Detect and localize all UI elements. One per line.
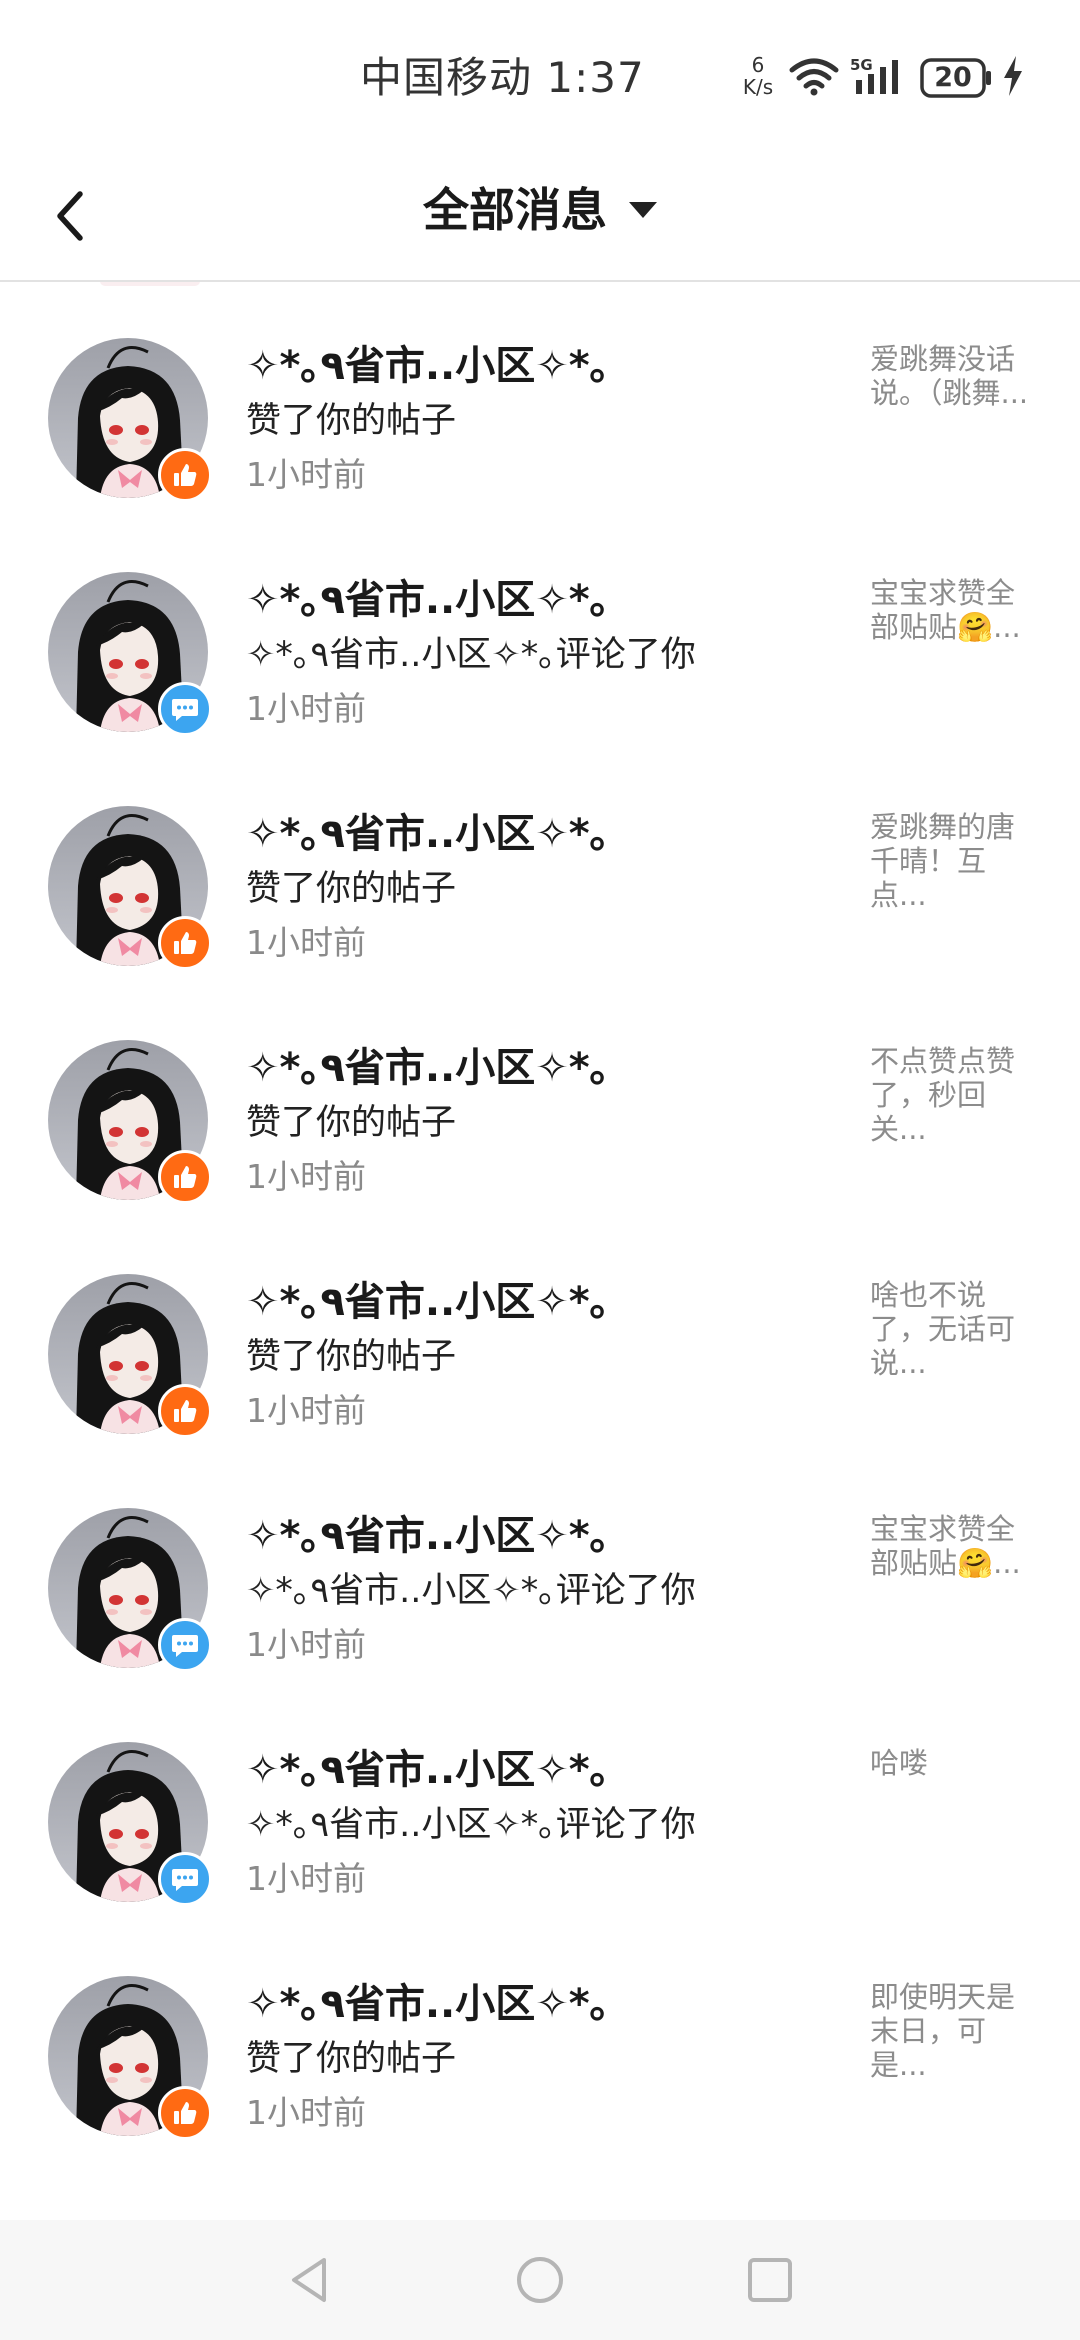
network-speed-value: 6 xyxy=(751,53,765,77)
message-time: 1小时前 xyxy=(246,2093,366,2132)
message-username[interactable]: ✧*｡٩省市..小区✧*｡ xyxy=(246,1976,846,2032)
battery-icon: 20 xyxy=(920,58,994,98)
message-time: 1小时前 xyxy=(246,455,366,494)
message-time: 1小时前 xyxy=(246,689,366,728)
wifi-icon xyxy=(788,56,840,100)
caret-down-icon xyxy=(629,202,657,218)
message-action: ✧*｡٩省市..小区✧*｡评论了你 xyxy=(246,1805,696,1845)
message-username[interactable]: ✧*｡٩省市..小区✧*｡ xyxy=(246,1508,846,1564)
network-speed: 6 K/s xyxy=(736,54,780,98)
message-item[interactable]: ✧*｡٩省市..小区✧*｡ ✧*｡٩省市..小区✧*｡评论了你 1小时前 哈喽 xyxy=(0,1668,1080,1906)
message-username[interactable]: ✧*｡٩省市..小区✧*｡ xyxy=(246,806,846,862)
network-speed-unit: K/s xyxy=(742,75,774,99)
back-triangle-icon[interactable] xyxy=(284,2254,336,2310)
thumbs-up-icon xyxy=(158,1150,212,1204)
message-item[interactable]: ✧*｡٩省市..小区✧*｡ ✧*｡٩省市..小区✧*｡评论了你 1小时前 宝宝求赞全部… xyxy=(0,1434,1080,1672)
status-bar: 中国移动 1:37 6 K/s 5G 20 xyxy=(0,0,1080,150)
message-preview[interactable]: 即使明天是末日，可是... xyxy=(870,1980,1030,2082)
message-preview[interactable]: 爱跳舞没话说。（跳舞... xyxy=(870,342,1030,410)
home-circle-icon[interactable] xyxy=(514,2254,566,2310)
battery-level: 20 xyxy=(934,62,972,93)
message-time: 1小时前 xyxy=(246,1625,366,1664)
message-action: ✧*｡٩省市..小区✧*｡评论了你 xyxy=(246,635,696,675)
message-username[interactable]: ✧*｡٩省市..小区✧*｡ xyxy=(246,1040,846,1096)
message-username[interactable]: ✧*｡٩省市..小区✧*｡ xyxy=(246,572,846,628)
message-item[interactable]: ✧*｡٩省市..小区✧*｡ 赞了你的帖子 1小时前 啥也不说了，无话可说... xyxy=(0,1200,1080,1438)
message-item[interactable]: ✧*｡٩省市..小区✧*｡ 赞了你的帖子 1小时前 即使明天是末日，可是... xyxy=(0,1902,1080,2140)
message-item[interactable]: ✧*｡٩省市..小区✧*｡ ✧*｡٩省市..小区✧*｡评论了你 1小时前 宝宝求赞全部… xyxy=(0,498,1080,736)
message-action: 赞了你的帖子 xyxy=(246,1103,457,1143)
charging-icon xyxy=(1002,56,1024,100)
page-title: 全部消息 xyxy=(423,183,607,237)
thumbs-up-icon xyxy=(158,1384,212,1438)
message-list[interactable]: ✧*｡٩省市..小区✧*｡ 赞了你的帖子 1小时前 爱跳舞没话说。（跳舞... ✧*｡٩… xyxy=(0,282,1080,2222)
thumbs-up-icon xyxy=(158,916,212,970)
message-time: 1小时前 xyxy=(246,1157,366,1196)
message-preview[interactable]: 宝宝求赞全部贴贴🤗... xyxy=(870,576,1030,644)
signal-icon: 5G xyxy=(850,56,910,100)
title-dropdown[interactable]: 全部消息 xyxy=(0,178,1080,242)
comment-icon xyxy=(158,1618,212,1672)
message-username[interactable]: ✧*｡٩省市..小区✧*｡ xyxy=(246,338,846,394)
message-time: 1小时前 xyxy=(246,1859,366,1898)
header: 全部消息 xyxy=(0,150,1080,282)
message-action: 赞了你的帖子 xyxy=(246,401,457,441)
message-preview[interactable]: 不点赞点赞了，秒回关... xyxy=(870,1044,1030,1146)
message-time: 1小时前 xyxy=(246,1391,366,1430)
message-preview[interactable]: 哈喽 xyxy=(870,1746,1030,1780)
message-time: 1小时前 xyxy=(246,923,366,962)
carrier-time: 中国移动 1:37 xyxy=(360,53,645,102)
message-preview[interactable]: 宝宝求赞全部贴贴🤗... xyxy=(870,1512,1030,1580)
thumbs-up-icon xyxy=(158,2086,212,2140)
thumbs-up-icon xyxy=(158,448,212,502)
message-username[interactable]: ✧*｡٩省市..小区✧*｡ xyxy=(246,1742,846,1798)
message-item[interactable]: ✧*｡٩省市..小区✧*｡ 赞了你的帖子 1小时前 爱跳舞没话说。（跳舞... xyxy=(0,282,1080,502)
comment-icon xyxy=(158,1852,212,1906)
system-nav-bar xyxy=(0,2220,1080,2340)
message-username[interactable]: ✧*｡٩省市..小区✧*｡ xyxy=(246,1274,846,1330)
message-action: ✧*｡٩省市..小区✧*｡评论了你 xyxy=(246,1571,696,1611)
message-item[interactable]: ✧*｡٩省市..小区✧*｡ 赞了你的帖子 1小时前 不点赞点赞了，秒回关... xyxy=(0,966,1080,1204)
signal-label: 5G xyxy=(850,56,873,74)
message-preview[interactable]: 啥也不说了，无话可说... xyxy=(870,1278,1030,1380)
message-item[interactable]: ✧*｡٩省市..小区✧*｡ 赞了你的帖子 1小时前 爱跳舞的唐千晴！互点... xyxy=(0,732,1080,970)
message-action: 赞了你的帖子 xyxy=(246,1337,457,1377)
message-preview[interactable]: 爱跳舞的唐千晴！互点... xyxy=(870,810,1030,912)
recents-square-icon[interactable] xyxy=(744,2254,796,2310)
comment-icon xyxy=(158,682,212,736)
message-action: 赞了你的帖子 xyxy=(246,2039,457,2079)
message-action: 赞了你的帖子 xyxy=(246,869,457,909)
